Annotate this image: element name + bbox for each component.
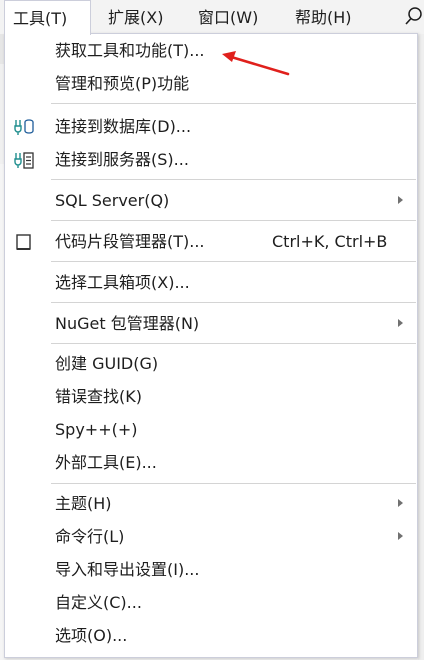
menu-separator [51,220,416,221]
menu-item-label: 选项(O)... [55,626,128,645]
menu-item-label: 错误查找(K) [55,387,142,406]
menu-item-label: 命令行(L) [55,527,125,546]
menu-item-label: 选择工具箱项(X)... [55,273,190,292]
menubar: 工具(T) 扩展(X) 窗口(W) 帮助(H) [0,0,424,35]
menu-item-label: NuGet 包管理器(N) [55,314,200,333]
menu-item-connect-to-database[interactable]: 连接到数据库(D)... [5,110,417,143]
search-icon[interactable] [404,6,424,28]
menu-item-options[interactable]: 选项(O)... [5,619,417,652]
menubar-window[interactable]: 窗口(W) [190,0,266,34]
snippet-manager-icon [16,234,31,250]
screen: 工具(T) 扩展(X) 窗口(W) 帮助(H) 获取工具和功能(T)... 管理… [0,0,424,660]
menubar-tools[interactable]: 工具(T) [4,0,91,35]
menubar-extensions[interactable]: 扩展(X) [100,0,171,34]
menu-item-external-tools[interactable]: 外部工具(E)... [5,446,417,479]
menu-item-choose-toolbox-items[interactable]: 选择工具箱项(X)... [5,266,417,299]
menu-item-label: SQL Server(Q) [55,191,170,210]
menu-item-connect-to-server[interactable]: 连接到服务器(S)... [5,143,417,176]
database-connect-icon [14,119,34,135]
menu-item-label: Spy++(+) [55,420,138,439]
menu-item-theme[interactable]: 主题(H) [5,487,417,520]
menu-separator [51,261,416,262]
menu-item-label: 自定义(C)... [55,593,142,612]
menu-separator [51,343,416,344]
menu-item-label: 主题(H) [55,494,112,513]
menu-item-get-tools-and-features[interactable]: 获取工具和功能(T)... [5,34,417,67]
menu-item-label: 代码片段管理器(T)... [55,232,205,251]
menu-separator [51,179,416,180]
submenu-arrow-icon [398,319,403,327]
menu-item-error-lookup[interactable]: 错误查找(K) [5,380,417,413]
background-editor-edge-right [418,34,424,660]
menu-separator [51,483,416,484]
submenu-arrow-icon [398,532,403,540]
menu-item-label: 管理和预览(P)功能 [55,74,190,93]
menu-item-manage-preview-features[interactable]: 管理和预览(P)功能 [5,67,417,100]
menu-item-import-export-settings[interactable]: 导入和导出设置(I)... [5,553,417,586]
menu-item-label: 连接到服务器(S)... [55,150,189,169]
menu-item-shortcut: Ctrl+K, Ctrl+B [272,232,388,251]
menu-item-command-line[interactable]: 命令行(L) [5,520,417,553]
menu-item-label: 获取工具和功能(T)... [55,41,205,60]
menubar-help[interactable]: 帮助(H) [287,0,360,34]
submenu-arrow-icon [398,196,403,204]
menu-item-code-snippets-manager[interactable]: 代码片段管理器(T)... Ctrl+K, Ctrl+B [5,225,417,258]
submenu-arrow-icon [398,499,403,507]
tools-menu-dropdown: 获取工具和功能(T)... 管理和预览(P)功能 连接到数据库(D)... 连接… [4,33,418,658]
menu-item-label: 创建 GUID(G) [55,354,159,373]
menu-separator [51,302,416,303]
menu-item-customize[interactable]: 自定义(C)... [5,586,417,619]
menu-item-spy-plus-plus[interactable]: Spy++(+) [5,413,417,446]
menu-item-nuget-package-manager[interactable]: NuGet 包管理器(N) [5,307,417,340]
server-connect-icon [14,152,34,169]
menu-item-create-guid[interactable]: 创建 GUID(G) [5,347,417,380]
menu-item-label: 导入和导出设置(I)... [55,560,200,579]
menu-separator [51,103,416,104]
menu-item-label: 连接到数据库(D)... [55,117,192,136]
menu-item-sql-server[interactable]: SQL Server(Q) [5,184,417,217]
menu-item-label: 外部工具(E)... [55,453,157,472]
